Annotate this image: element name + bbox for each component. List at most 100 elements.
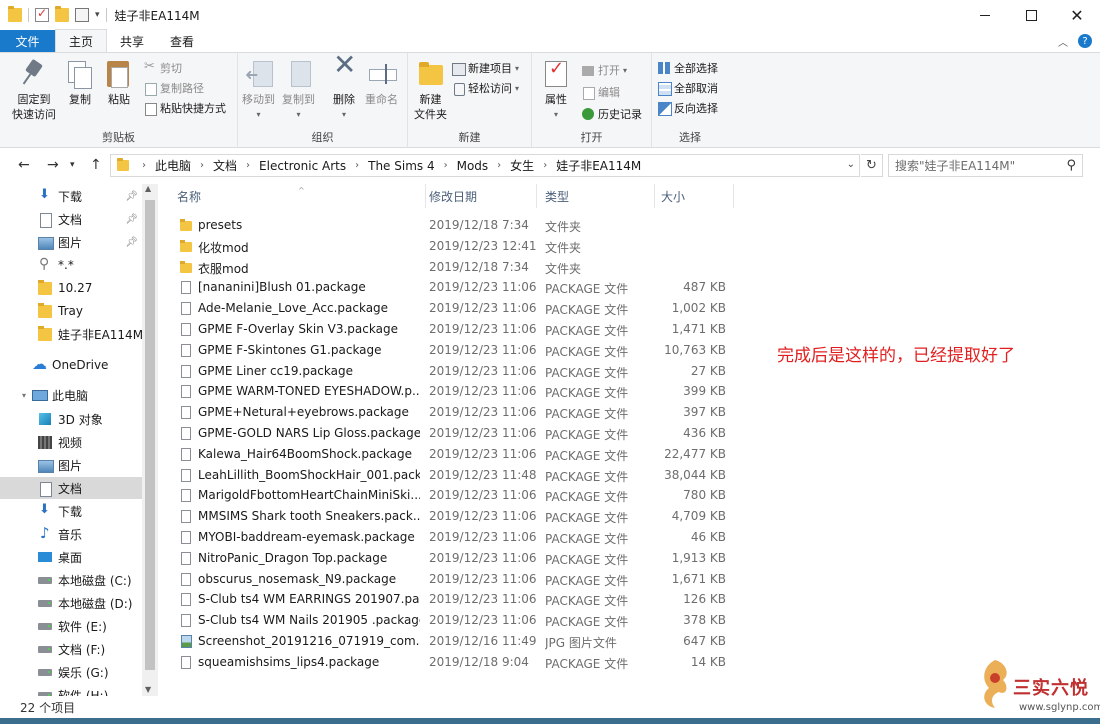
chevron-down-icon[interactable]: ⌄ [847, 159, 855, 170]
file-row[interactable]: LeahLillith_BoomShockHair_001.pack... 201… [176, 465, 736, 486]
cut-button[interactable]: 剪切 [144, 59, 182, 77]
file-row[interactable]: presets 2019/12/18 7:34 文件夹 [176, 215, 736, 236]
scrollbar-thumb[interactable] [145, 200, 155, 670]
file-row[interactable]: 化妆mod 2019/12/23 12:41 文件夹 [176, 236, 736, 257]
nav-item-pictures[interactable]: 图片 📌︎ [0, 231, 142, 253]
pin-quick-access-button[interactable]: 固定到 快速访问 [12, 59, 56, 122]
forward-icon[interactable]: → [47, 157, 59, 173]
nav-item-10-27[interactable]: 10.27 [0, 277, 142, 299]
view-icon[interactable] [75, 8, 89, 22]
close-button[interactable]: ✕ [1054, 0, 1100, 30]
new-item-button[interactable]: 新建项目 ▾ [452, 59, 519, 77]
chevron-right-icon[interactable]: › [497, 160, 501, 171]
rename-button[interactable]: 重命名 [365, 59, 398, 107]
paste-shortcut-button[interactable]: 粘贴快捷方式 [144, 99, 226, 117]
minimize-button[interactable] [962, 0, 1008, 30]
file-row[interactable]: GPME-GOLD NARS Lip Gloss.package 2019/12/… [176, 423, 736, 444]
file-row[interactable]: Ade-Melanie_Love_Acc.package 2019/12/23 1… [176, 298, 736, 319]
search-icon[interactable]: ⚲ [1066, 158, 1076, 173]
file-row[interactable]: GPME WARM-TONED EYESHADOW.p... 2019/12/23… [176, 381, 736, 402]
file-row[interactable]: Screenshot_20191216_071919_com.... 2019/1… [176, 631, 736, 652]
nav-item-documents-pc[interactable]: 文档 [0, 477, 142, 499]
chevron-right-icon[interactable]: › [543, 160, 547, 171]
nav-item-tray[interactable]: Tray [0, 300, 142, 322]
tab-share[interactable]: 共享 [107, 30, 157, 52]
column-header-date[interactable]: 修改日期 [422, 184, 537, 208]
nav-item-onedrive[interactable]: OneDrive [0, 354, 142, 376]
nav-item-desktop[interactable]: 桌面 [0, 546, 142, 568]
copy-path-button[interactable]: 复制路径 [144, 79, 204, 97]
up-icon[interactable]: ↑ [90, 157, 102, 173]
nav-item-documents[interactable]: 文档 📌︎ [0, 208, 142, 230]
refresh-button[interactable]: ↻ [861, 154, 883, 177]
tab-view[interactable]: 查看 [157, 30, 207, 52]
recent-locations-icon[interactable]: ▾ [70, 160, 75, 170]
breadcrumb-mods[interactable]: Mods [457, 159, 489, 173]
properties-button[interactable]: 属性 ▾ [542, 59, 570, 122]
qat-dropdown-icon[interactable]: ▾ [95, 10, 100, 20]
column-header-size[interactable]: 大小 [654, 184, 734, 208]
nav-item-videos[interactable]: 视频 [0, 431, 142, 453]
tab-home[interactable]: 主页 [55, 29, 108, 52]
select-none-button[interactable]: 全部取消 [658, 79, 718, 97]
file-row[interactable]: NitroPanic_Dragon Top.package 2019/12/23 … [176, 548, 736, 569]
delete-button[interactable]: 删除 ▾ [330, 57, 358, 122]
nav-item-drive-d[interactable]: 本地磁盘 (D:) [0, 592, 142, 614]
nav-item-drive-c[interactable]: 本地磁盘 (C:) [0, 569, 142, 591]
breadcrumb-current[interactable]: 娃子非EA114M [556, 157, 641, 174]
nav-item-search[interactable]: *.* [0, 254, 142, 276]
new-folder-icon[interactable] [55, 6, 69, 22]
select-all-button[interactable]: 全部选择 [658, 59, 718, 77]
nav-pane-scrollbar[interactable]: ▲ ▼ [142, 184, 158, 696]
copy-button[interactable]: 复制 [66, 59, 94, 107]
chevron-right-icon[interactable]: › [246, 160, 250, 171]
address-bar[interactable]: › 此电脑 › 文档 › Electronic Arts › The Sims … [110, 154, 860, 177]
easy-access-button[interactable]: 轻松访问 ▾ [452, 79, 519, 97]
new-folder-button[interactable]: 新建 文件夹 [414, 59, 447, 122]
file-row[interactable]: [nananini]Blush 01.package 2019/12/23 11:… [176, 277, 736, 298]
breadcrumb-documents[interactable]: 文档 [213, 157, 237, 174]
chevron-right-icon[interactable]: › [355, 160, 359, 171]
paste-button[interactable]: 粘贴 [105, 59, 133, 107]
column-header-name[interactable]: 名称 ^ [170, 184, 426, 208]
tab-file[interactable]: 文件 [0, 30, 55, 52]
nav-item-current-folder[interactable]: 娃子非EA114M [0, 323, 143, 345]
nav-item-drive-g[interactable]: 娱乐 (G:) [0, 661, 142, 683]
file-row[interactable]: GPME Liner cc19.package 2019/12/23 11:06 P… [176, 361, 736, 382]
edit-button[interactable]: 编辑 [582, 83, 620, 101]
file-row[interactable]: GPME F-Overlay Skin V3.package 2019/12/23… [176, 319, 736, 340]
breadcrumb-girls[interactable]: 女生 [510, 157, 534, 174]
nav-item-drive-h[interactable]: 软件 (H:) [0, 684, 142, 696]
breadcrumb-this-pc[interactable]: 此电脑 [155, 157, 191, 174]
file-row[interactable]: MYOBI-baddream-eyemask.package 2019/12/23… [176, 527, 736, 548]
file-row[interactable]: MarigoldFbottomHeartChainMiniSki... 2019/… [176, 485, 736, 506]
move-to-button[interactable]: 移动到 ▾ [242, 59, 275, 122]
nav-item-downloads[interactable]: 下载 📌︎ [0, 185, 142, 207]
back-icon[interactable]: ← [18, 157, 30, 173]
nav-item-music[interactable]: 音乐 [0, 523, 142, 545]
file-row[interactable]: squeamishsims_lips4.package 2019/12/18 9:… [176, 652, 736, 673]
chevron-right-icon[interactable]: › [200, 160, 204, 171]
copy-to-button[interactable]: 复制到 ▾ [282, 59, 315, 122]
invert-selection-button[interactable]: 反向选择 [658, 99, 718, 117]
maximize-button[interactable] [1008, 0, 1054, 30]
breadcrumb-the-sims-4[interactable]: The Sims 4 [368, 159, 434, 173]
scroll-down-icon[interactable]: ▼ [145, 685, 151, 694]
help-icon[interactable]: ? [1078, 34, 1092, 48]
file-row[interactable]: S-Club ts4 WM Nails 201905 .package 2019/… [176, 610, 736, 631]
collapse-ribbon-icon[interactable]: ︿ [1058, 34, 1068, 49]
nav-item-downloads-pc[interactable]: 下载 [0, 500, 142, 522]
chevron-down-icon[interactable]: ▾ [18, 391, 30, 400]
column-header-type[interactable]: 类型 [538, 184, 655, 208]
nav-item-3d-objects[interactable]: 3D 对象 [0, 408, 142, 430]
search-input[interactable]: 搜索"娃子非EA114M" ⚲ [888, 154, 1083, 177]
nav-item-drive-f[interactable]: 文档 (F:) [0, 638, 142, 660]
chevron-right-icon[interactable]: › [444, 160, 448, 171]
scroll-up-icon[interactable]: ▲ [145, 184, 151, 193]
breadcrumb-electronic-arts[interactable]: Electronic Arts [259, 159, 346, 173]
file-row[interactable]: GPME F-Skintones G1.package 2019/12/23 11… [176, 340, 736, 361]
open-button[interactable]: 打开 ▾ [582, 61, 627, 79]
file-row[interactable]: S-Club ts4 WM EARRINGS 201907.pa... 2019/… [176, 589, 736, 610]
file-row[interactable]: 衣服mod 2019/12/18 7:34 文件夹 [176, 257, 736, 278]
history-button[interactable]: 历史记录 [582, 105, 642, 123]
